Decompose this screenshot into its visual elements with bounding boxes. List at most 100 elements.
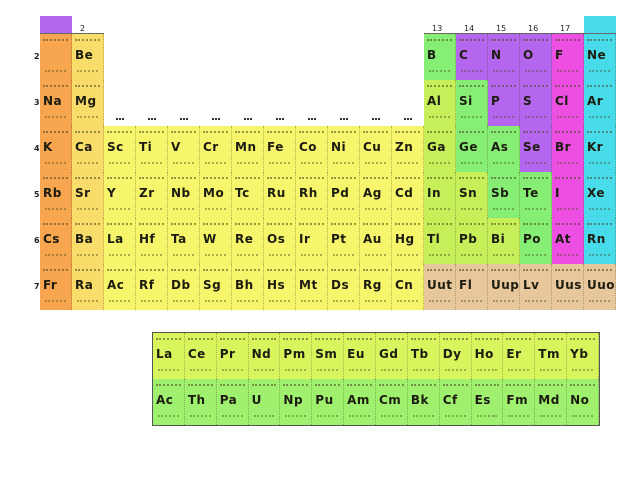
cell-dots	[75, 39, 100, 43]
element-symbol: Ir	[299, 232, 311, 246]
cell-dots	[109, 162, 130, 166]
cell-dots	[203, 177, 228, 181]
cell-dots	[205, 162, 226, 166]
actinide-cell-md: Md	[535, 379, 568, 425]
cell-dots	[349, 415, 370, 419]
cell-dots	[491, 223, 516, 227]
cell-dots	[253, 415, 275, 419]
actinide-cell-no: No	[567, 379, 599, 425]
element-symbol: I	[555, 186, 560, 200]
element-symbol: Tc	[235, 186, 250, 200]
element-symbol: S	[523, 94, 533, 108]
element-cell-fe: Fe	[264, 126, 296, 172]
element-cell-ge: Ge	[456, 126, 488, 172]
cell-dots	[315, 384, 341, 388]
element-cell-bi: Bi	[488, 218, 520, 264]
element-cell-sg: Sg	[200, 264, 232, 310]
cell-dots	[45, 300, 66, 304]
actinide-cell-pa: Pa	[216, 379, 249, 425]
element-symbol: Se	[523, 140, 541, 154]
cell-dots	[283, 338, 309, 342]
cell-dots	[442, 384, 468, 388]
actinide-cell-cf: Cf	[439, 379, 472, 425]
cell-dots	[427, 177, 452, 181]
element-symbol: Ce	[187, 347, 206, 361]
cell-dots	[461, 300, 482, 304]
cell-dots	[45, 208, 66, 212]
element-cell-ar: Ar	[584, 80, 616, 126]
cell-dots	[77, 254, 98, 258]
cell-dots	[395, 269, 420, 273]
element-symbol: C	[459, 48, 469, 62]
cell-dots	[557, 70, 578, 74]
cell-dots	[459, 177, 484, 181]
element-cell-ne: Ne	[584, 34, 616, 80]
element-symbol: Tl	[427, 232, 441, 246]
cell-dots	[459, 85, 484, 89]
period-1-stub-noble	[584, 16, 616, 34]
cell-dots	[397, 300, 418, 304]
element-symbol: Sc	[107, 140, 124, 154]
lanthanide-cell-eu: Eu	[344, 333, 376, 379]
element-symbol: Rg	[363, 278, 382, 292]
cell-dots	[347, 338, 372, 342]
cell-dots	[427, 223, 452, 227]
cell-dots	[395, 223, 420, 227]
element-symbol: Cl	[555, 94, 569, 108]
element-cell-uup: Uup	[488, 264, 520, 310]
cell-dots	[412, 415, 434, 419]
element-cell-hg: Hg	[392, 218, 424, 264]
cell-dots	[171, 177, 196, 181]
lanthanide-cell-sm: Sm	[312, 333, 345, 379]
cell-dots	[347, 384, 372, 388]
cell-dots	[491, 39, 516, 43]
cell-dots	[459, 39, 484, 43]
cell-dots	[141, 208, 162, 212]
cell-dots	[333, 254, 354, 258]
cell-dots	[540, 415, 562, 419]
cell-dots	[333, 162, 354, 166]
element-symbol: Db	[171, 278, 191, 292]
cell-dots	[43, 223, 68, 227]
element-symbol: Cm	[379, 393, 402, 407]
element-symbol: Er	[506, 347, 522, 361]
cell-dots	[317, 369, 339, 373]
cell-dots	[381, 415, 402, 419]
element-symbol: Cr	[203, 140, 219, 154]
cell-dots	[365, 254, 386, 258]
element-symbol: Te	[523, 186, 539, 200]
element-symbol: Ho	[474, 347, 494, 361]
cell-dots	[429, 208, 450, 212]
d-block-tick	[308, 118, 316, 120]
cell-dots	[235, 177, 260, 181]
actinide-cell-es: Es	[471, 379, 504, 425]
element-symbol: Cn	[395, 278, 414, 292]
group-label: 13	[432, 24, 443, 33]
element-symbol: V	[171, 140, 181, 154]
element-symbol: Pr	[219, 347, 236, 361]
lanthanide-cell-pr: Pr	[216, 333, 249, 379]
group-label: 15	[496, 24, 507, 33]
lanthanide-cell-yb: Yb	[567, 333, 599, 379]
d-block-tick	[404, 118, 412, 120]
element-cell-rb: Rb	[40, 172, 72, 218]
element-symbol: Ba	[75, 232, 94, 246]
cell-dots	[269, 208, 290, 212]
element-cell-w: W	[200, 218, 232, 264]
element-cell-zr: Zr	[136, 172, 168, 218]
cell-dots	[570, 338, 595, 342]
group-label: 2	[80, 24, 86, 33]
d-block-tick	[116, 118, 124, 120]
element-cell-db: Db	[168, 264, 200, 310]
cell-dots	[508, 369, 530, 373]
element-cell-la: La	[104, 218, 136, 264]
cell-dots	[525, 70, 546, 74]
cell-dots	[493, 116, 514, 120]
cell-dots	[109, 254, 130, 258]
element-symbol: As	[491, 140, 509, 154]
d-block-tick	[180, 118, 188, 120]
cell-dots	[77, 116, 98, 120]
cell-dots	[43, 177, 68, 181]
cell-dots	[333, 300, 354, 304]
element-cell-tl: Tl	[424, 218, 456, 264]
